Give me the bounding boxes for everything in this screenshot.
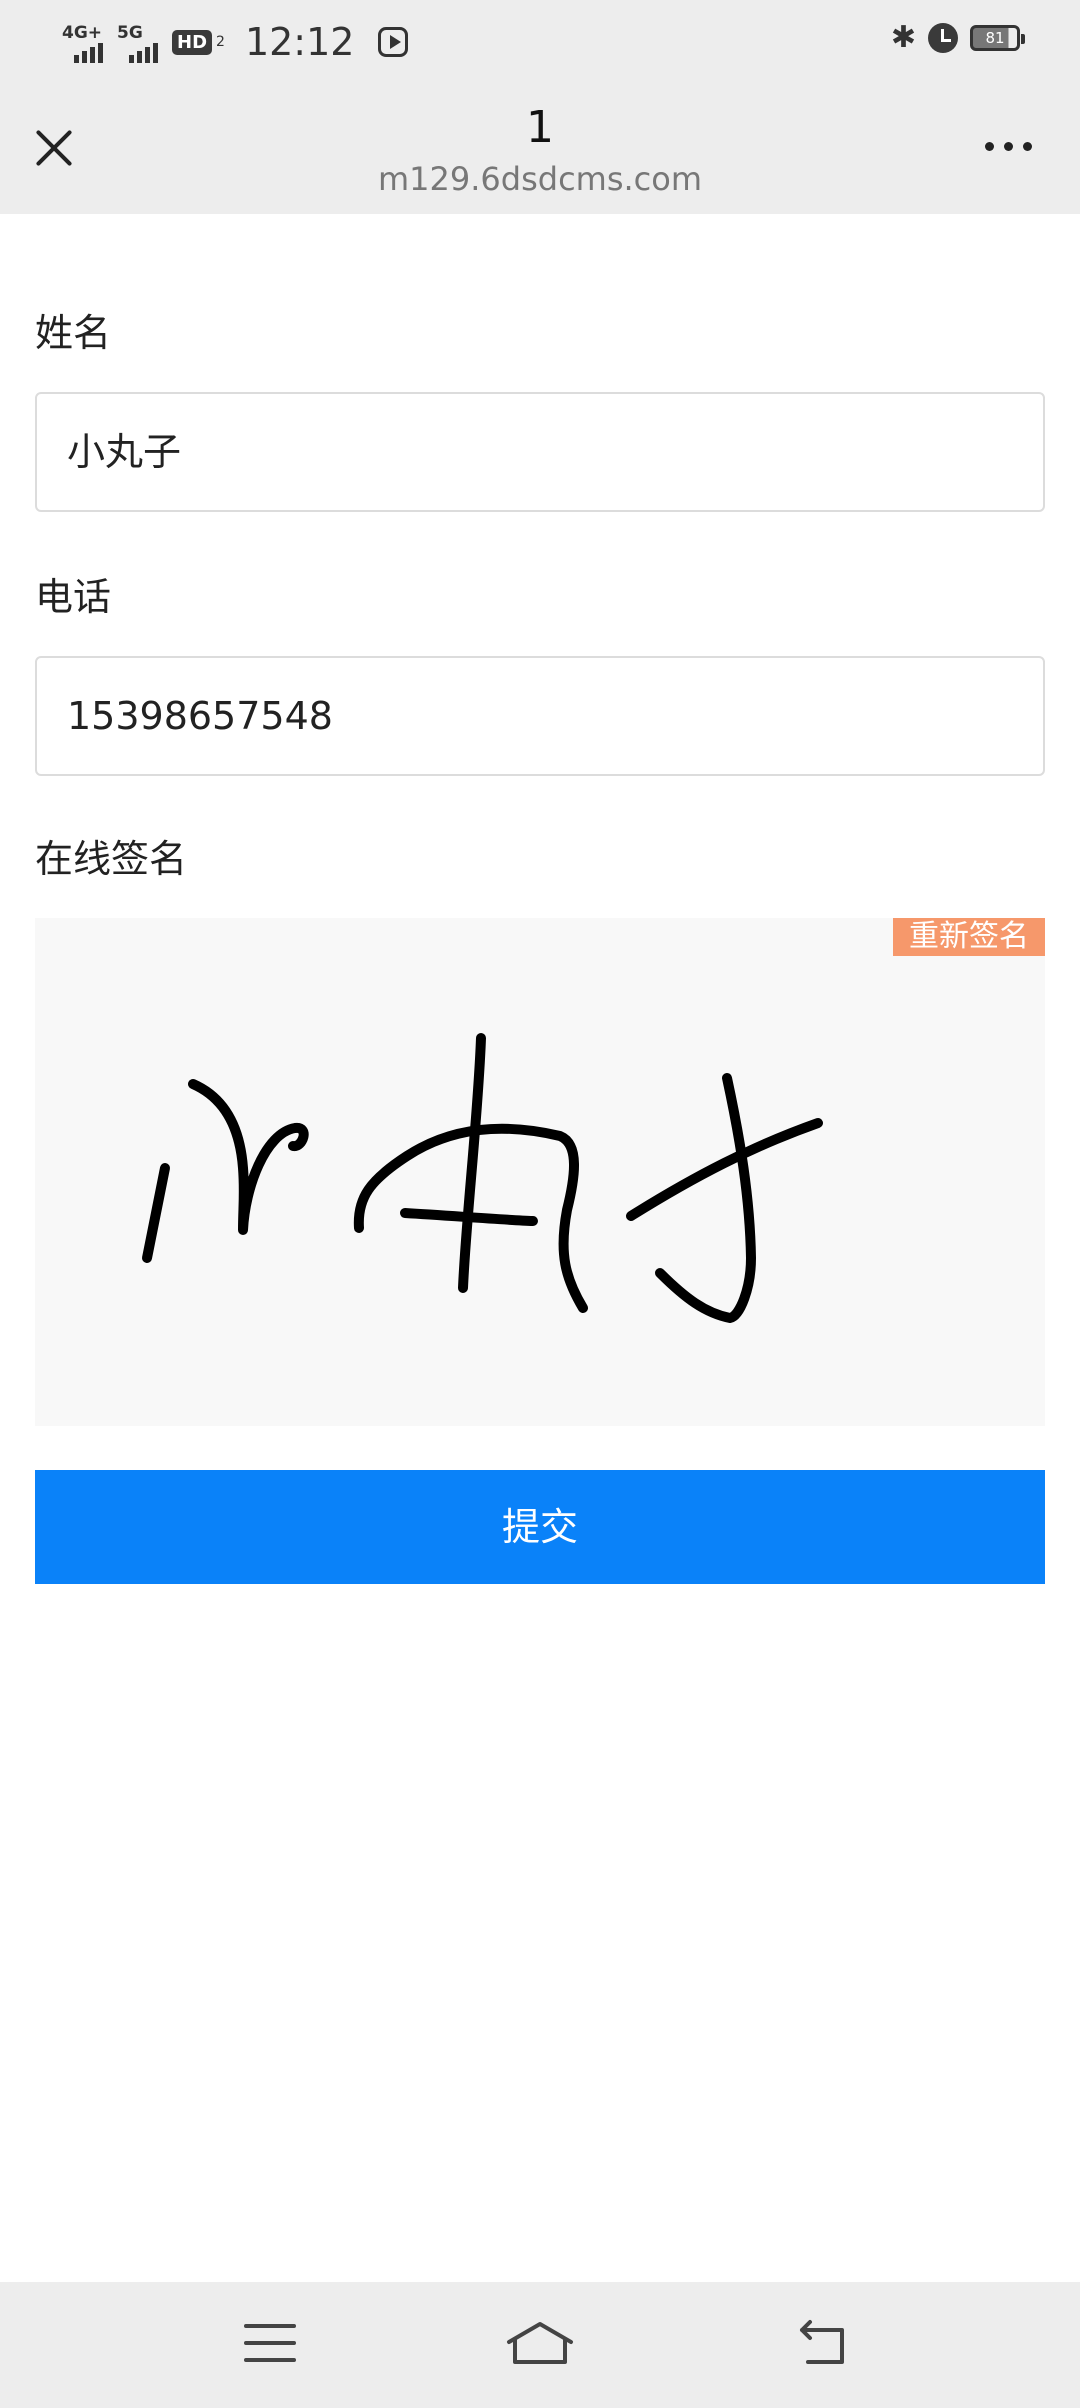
home-icon[interactable] <box>505 2318 575 2368</box>
submit-button[interactable]: 提交 <box>35 1470 1045 1584</box>
media-play-icon <box>378 27 409 57</box>
phone-label: 电话 <box>35 575 112 619</box>
status-time: 12:12 <box>244 20 355 64</box>
name-label: 姓名 <box>35 311 112 355</box>
resign-button[interactable]: 重新签名 <box>893 918 1045 956</box>
bluetooth-icon: ✱ <box>890 20 916 55</box>
page-url: m129.6dsdcms.com <box>377 160 703 198</box>
network-type-2: 5G <box>117 23 143 43</box>
back-icon[interactable] <box>796 2318 850 2368</box>
hd-voice-icon: HD <box>172 29 213 55</box>
menu-icon[interactable] <box>244 2324 296 2364</box>
name-field[interactable]: 小丸子 <box>35 392 1045 512</box>
phone-field[interactable]: 15398657548 <box>35 656 1045 776</box>
hd-sim-index: 2 <box>216 34 225 50</box>
signature-strokes <box>142 1033 823 1323</box>
status-bar: 4G+ 5G HD 2 12:12 ✱ 81 <box>0 0 1080 84</box>
signal-4g-icon: 4G+ <box>62 21 103 63</box>
signature-label: 在线签名 <box>35 837 188 881</box>
signature-pad[interactable]: 重新签名 <box>35 918 1045 1426</box>
page-title: 1 <box>526 102 554 153</box>
status-right: ✱ 81 <box>890 20 1025 55</box>
status-left: 4G+ 5G HD 2 12:12 <box>62 16 409 68</box>
battery-icon: 81 <box>970 24 1025 51</box>
signal-5g-icon: 5G <box>117 21 158 63</box>
browser-nav-bar: 1 m129.6dsdcms.com <box>0 84 1080 214</box>
alarm-icon <box>928 22 958 53</box>
system-nav-bar <box>0 2282 1080 2408</box>
more-options-icon[interactable] <box>985 142 1032 151</box>
network-type-1: 4G+ <box>62 23 103 43</box>
